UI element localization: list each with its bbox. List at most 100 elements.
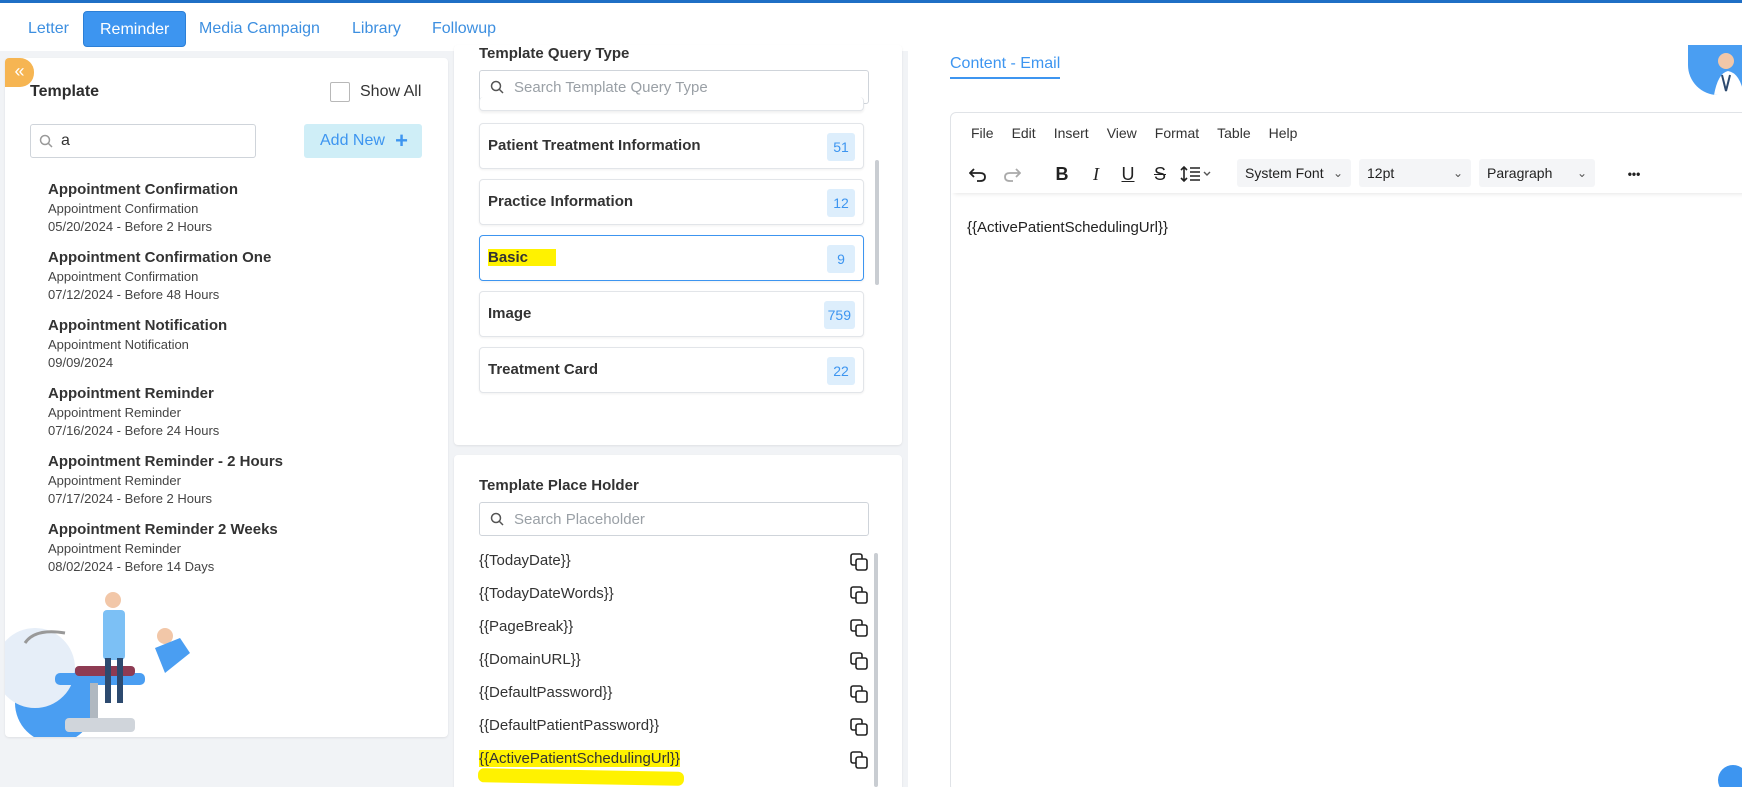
list-item[interactable]: {{PageBreak}} <box>479 616 879 649</box>
template-name: Appointment Confirmation <box>48 181 238 198</box>
template-name: Appointment Reminder 2 Weeks <box>48 521 278 538</box>
list-item[interactable]: {{DefaultPassword}} <box>479 682 879 715</box>
tab-content-email[interactable]: Content - Email <box>950 55 1061 79</box>
list-item[interactable]: Treatment Card 22 <box>479 347 864 393</box>
copy-icon[interactable] <box>849 717 869 737</box>
list-item[interactable]: Image 759 <box>479 291 864 337</box>
placeholder-token: {{DomainURL}} <box>479 651 581 668</box>
font-family-select[interactable]: System Font ⌄ <box>1237 159 1351 187</box>
line-height-icon[interactable] <box>1179 161 1215 187</box>
query-type-name: Patient Treatment Information <box>488 137 701 154</box>
underline-icon[interactable]: U <box>1115 161 1141 187</box>
tab-followup[interactable]: Followup <box>416 11 512 47</box>
placeholder-search[interactable]: Search Placeholder <box>479 502 869 536</box>
template-search[interactable] <box>30 124 256 158</box>
menu-insert[interactable]: Insert <box>1054 125 1089 141</box>
query-type-list: Patient Treatment Information 51 Practic… <box>479 97 866 445</box>
template-type: Appointment Reminder <box>48 541 181 556</box>
template-name: Appointment Notification <box>48 317 228 334</box>
copy-icon[interactable] <box>849 750 869 770</box>
template-date: 08/02/2024 - Before 14 Days <box>48 559 215 574</box>
template-name: Appointment Confirmation One <box>48 249 272 266</box>
add-new-label: Add New <box>320 132 385 149</box>
query-type-search-placeholder: Search Template Query Type <box>514 78 708 96</box>
list-item[interactable]: Appointment Notification Appointment Not… <box>48 316 438 384</box>
copy-icon[interactable] <box>849 618 869 638</box>
query-type-name: Image <box>488 305 532 322</box>
italic-icon[interactable]: I <box>1083 161 1109 187</box>
editor-toolbar: B I U S System Font ⌄ 12pt ⌄ Paragraph ⌄… <box>951 155 1742 193</box>
list-item[interactable]: Appointment Reminder 2 Weeks Appointment… <box>48 520 438 588</box>
list-item[interactable]: {{DomainURL}} <box>479 649 879 682</box>
query-type-name: Treatment Card <box>488 361 599 378</box>
menu-file[interactable]: File <box>971 125 994 141</box>
font-size-select[interactable]: 12pt ⌄ <box>1359 159 1471 187</box>
list-item[interactable]: Appointment Confirmation One Appointment… <box>48 248 438 316</box>
copy-icon[interactable] <box>849 552 869 572</box>
count-badge: 759 <box>823 301 855 329</box>
list-item[interactable]: Appointment Reminder Appointment Reminde… <box>48 384 438 452</box>
template-name: Appointment Reminder <box>48 385 214 402</box>
font-family-value: System Font <box>1245 165 1324 181</box>
undo-icon[interactable] <box>965 161 991 187</box>
copy-icon[interactable] <box>849 585 869 605</box>
search-icon <box>490 80 504 94</box>
show-all-toggle[interactable]: Show All <box>330 82 421 102</box>
count-badge: 12 <box>827 189 855 217</box>
list-item-selected[interactable]: Basic 9 <box>479 235 864 281</box>
tab-letter[interactable]: Letter <box>12 11 85 47</box>
avatar[interactable] <box>1688 45 1742 95</box>
more-icon[interactable]: ••• <box>1617 161 1651 187</box>
query-type-name: Basic <box>488 249 557 266</box>
plus-icon: + <box>395 128 408 153</box>
list-item[interactable]: Practice Information 12 <box>479 179 864 225</box>
list-item[interactable]: Appointment Reminder - 2 Hours Appointme… <box>48 452 438 520</box>
list-item[interactable]: Patient Treatment Information 51 <box>479 123 864 169</box>
placeholder-list: {{TodayDate}} {{TodayDateWords}} {{PageB… <box>479 550 879 781</box>
show-all-label: Show All <box>360 83 422 100</box>
block-format-select[interactable]: Paragraph ⌄ <box>1479 159 1595 187</box>
strikethrough-icon[interactable]: S <box>1147 161 1173 187</box>
template-search-input[interactable] <box>61 132 241 150</box>
count-badge: 22 <box>827 357 855 385</box>
bold-icon[interactable]: B <box>1049 161 1075 187</box>
menu-edit[interactable]: Edit <box>1012 125 1036 141</box>
template-date: 07/16/2024 - Before 24 Hours <box>48 423 220 438</box>
search-icon <box>39 134 53 148</box>
placeholder-token: {{TodayDateWords}} <box>479 585 614 602</box>
menu-table[interactable]: Table <box>1217 125 1250 141</box>
help-fab-icon[interactable] <box>1718 765 1742 787</box>
menu-view[interactable]: View <box>1107 125 1137 141</box>
template-type: Appointment Confirmation <box>48 201 199 216</box>
tab-reminder[interactable]: Reminder <box>83 11 187 47</box>
add-new-button[interactable]: Add New + <box>304 124 422 158</box>
list-item[interactable]: {{TodayDateWords}} <box>479 583 879 616</box>
editor-panel: Content - Email File Edit Insert View Fo… <box>908 45 1742 787</box>
copy-icon[interactable] <box>849 651 869 671</box>
template-name: Appointment Reminder - 2 Hours <box>48 453 284 470</box>
editor-content[interactable]: {{ActivePatientSchedulingUrl}} <box>967 219 1168 236</box>
chevron-down-icon: ⌄ <box>1576 166 1587 180</box>
placeholder-token: {{DefaultPassword}} <box>479 684 613 701</box>
template-date: 07/12/2024 - Before 48 Hours <box>48 287 220 302</box>
rich-text-editor: File Edit Insert View Format Table Help … <box>950 112 1742 787</box>
template-list: Appointment Confirmation Appointment Con… <box>48 180 438 588</box>
query-type-scrollbar[interactable] <box>875 160 879 285</box>
copy-icon[interactable] <box>849 684 869 704</box>
tab-library[interactable]: Library <box>336 11 417 47</box>
query-type-name: Practice Information <box>488 193 634 210</box>
show-all-checkbox[interactable] <box>330 82 350 102</box>
placeholder-scrollbar[interactable] <box>874 553 878 787</box>
menu-format[interactable]: Format <box>1155 125 1199 141</box>
template-title: Template <box>30 83 100 100</box>
menu-help[interactable]: Help <box>1269 125 1298 141</box>
redo-icon[interactable] <box>999 161 1025 187</box>
list-item[interactable]: Appointment Confirmation Appointment Con… <box>48 180 438 248</box>
list-item[interactable]: {{TodayDate}} <box>479 550 879 583</box>
template-type: Appointment Reminder <box>48 473 181 488</box>
chevron-down-icon: ⌄ <box>1332 166 1343 180</box>
list-item[interactable]: {{DefaultPatientPassword}} <box>479 715 879 748</box>
search-icon <box>490 512 504 526</box>
count-badge: 9 <box>827 245 855 273</box>
tab-media-campaign[interactable]: Media Campaign <box>183 11 336 47</box>
